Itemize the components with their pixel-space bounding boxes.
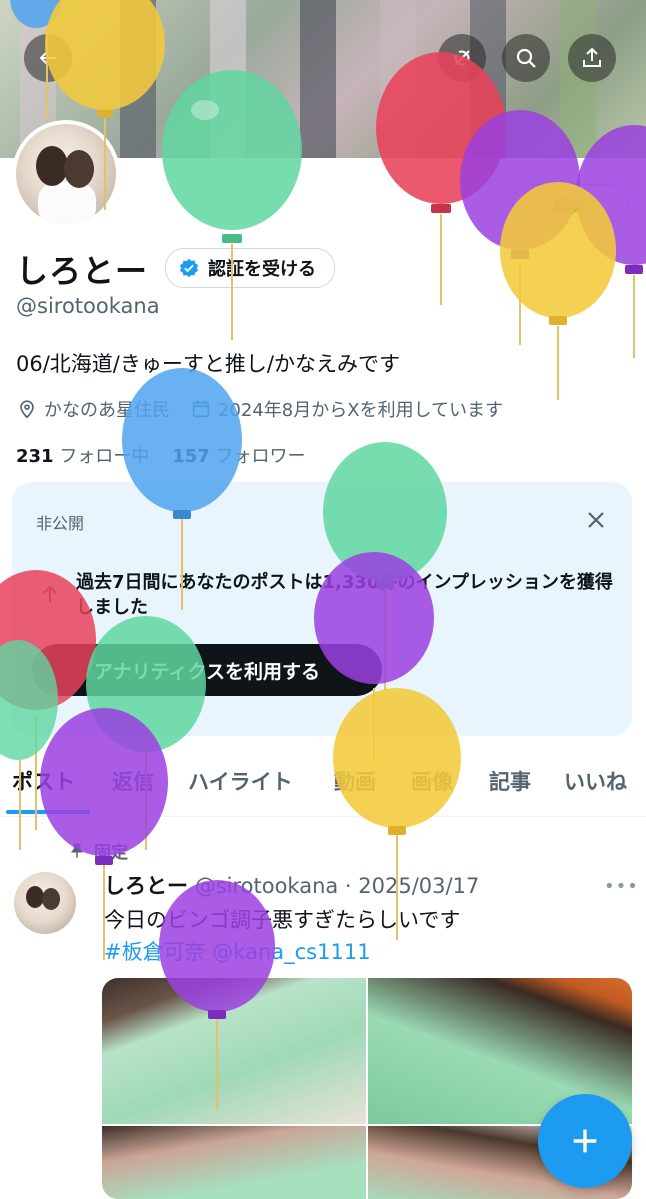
followers-label: フォロワー xyxy=(215,446,306,467)
post-meta: @sirotookana · 2025/03/17 xyxy=(194,874,480,898)
profile-joined: 2024年8月からXを利用しています xyxy=(218,400,504,421)
display-name: しろとー xyxy=(16,252,149,290)
compose-button[interactable] xyxy=(538,1094,632,1188)
search-icon xyxy=(516,48,536,68)
tab-likes[interactable]: いいね xyxy=(564,766,627,796)
hashtag-link[interactable]: #板倉可奈 xyxy=(104,940,206,964)
post-avatar[interactable] xyxy=(14,872,76,934)
mention-link[interactable]: @kana_cs1111 xyxy=(212,940,370,964)
back-arrow-icon xyxy=(39,50,56,66)
profile-tabs: ポスト 返信 ハイライト 動画 画像 記事 いいね xyxy=(0,756,646,817)
close-icon[interactable] xyxy=(584,508,608,532)
post-author-name[interactable]: しろとー xyxy=(104,874,188,898)
analytics-card: 非公開 過去7日間にあなたのポストは1,330件のインプレッションを獲得しました… xyxy=(12,482,632,736)
active-tab-indicator xyxy=(6,810,90,814)
post-header: しろとー @sirotookana · 2025/03/17 xyxy=(104,870,479,900)
followers-link[interactable]: 157 フォロワー xyxy=(172,446,305,467)
plus-icon xyxy=(573,1129,597,1153)
tab-replies[interactable]: 返信 xyxy=(112,766,154,796)
post-image-1[interactable] xyxy=(102,978,366,1124)
edit-profile-button[interactable]: 編集 xyxy=(512,184,628,224)
location-pin-icon xyxy=(20,400,34,419)
following-label: フォロー中 xyxy=(59,446,150,467)
back-button[interactable] xyxy=(24,34,72,82)
share-icon xyxy=(583,47,601,67)
following-link[interactable]: 231 フォロー中 xyxy=(16,446,149,467)
arrow-up-icon xyxy=(43,585,57,602)
more-icon[interactable]: ••• xyxy=(604,876,639,897)
pinned-indicator: 固定 xyxy=(68,838,128,863)
share-button[interactable] xyxy=(568,34,616,82)
pin-icon xyxy=(71,843,83,858)
grok-button[interactable] xyxy=(438,34,486,82)
search-button[interactable] xyxy=(502,34,550,82)
following-count: 231 xyxy=(16,446,54,467)
get-verified-label: 認証を受ける xyxy=(208,259,316,280)
analytics-button[interactable]: アナリティクスを利用する xyxy=(32,644,382,696)
impressions-message: 過去7日間にあなたのポストは1,330件のインプレッションを獲得しました xyxy=(76,572,613,618)
get-verified-button[interactable]: 認証を受ける xyxy=(165,248,335,288)
post-image-3[interactable] xyxy=(102,1126,366,1199)
profile-avatar[interactable] xyxy=(12,120,120,228)
profile-handle: @sirotookana xyxy=(16,294,160,318)
calendar-icon xyxy=(192,400,210,418)
verified-badge-icon xyxy=(179,258,199,278)
profile-bio: 06/北海道/きゅーすと推し/かなえみです xyxy=(16,352,400,376)
tab-videos[interactable]: 動画 xyxy=(334,766,376,796)
grok-icon xyxy=(454,50,470,66)
profile-meta: かなのあ星住民 2024年8月からXを利用しています xyxy=(16,396,503,422)
balloon-icon xyxy=(576,125,646,358)
post-text: 今日のビンゴ調子悪すぎたらしいです xyxy=(104,908,461,932)
tab-posts[interactable]: ポスト xyxy=(12,766,75,796)
tab-articles[interactable]: 記事 xyxy=(489,766,531,796)
private-label: 非公開 xyxy=(36,514,85,533)
pinned-label: 固定 xyxy=(94,843,128,863)
follow-stats: 231 フォロー中 157 フォロワー xyxy=(16,442,306,468)
profile-location: かなのあ星住民 xyxy=(44,400,170,421)
followers-count: 157 xyxy=(172,446,210,467)
tab-images[interactable]: 画像 xyxy=(411,766,453,796)
tab-highlights[interactable]: ハイライト xyxy=(188,766,293,796)
post-tags: #板倉可奈 @kana_cs1111 xyxy=(104,936,371,966)
